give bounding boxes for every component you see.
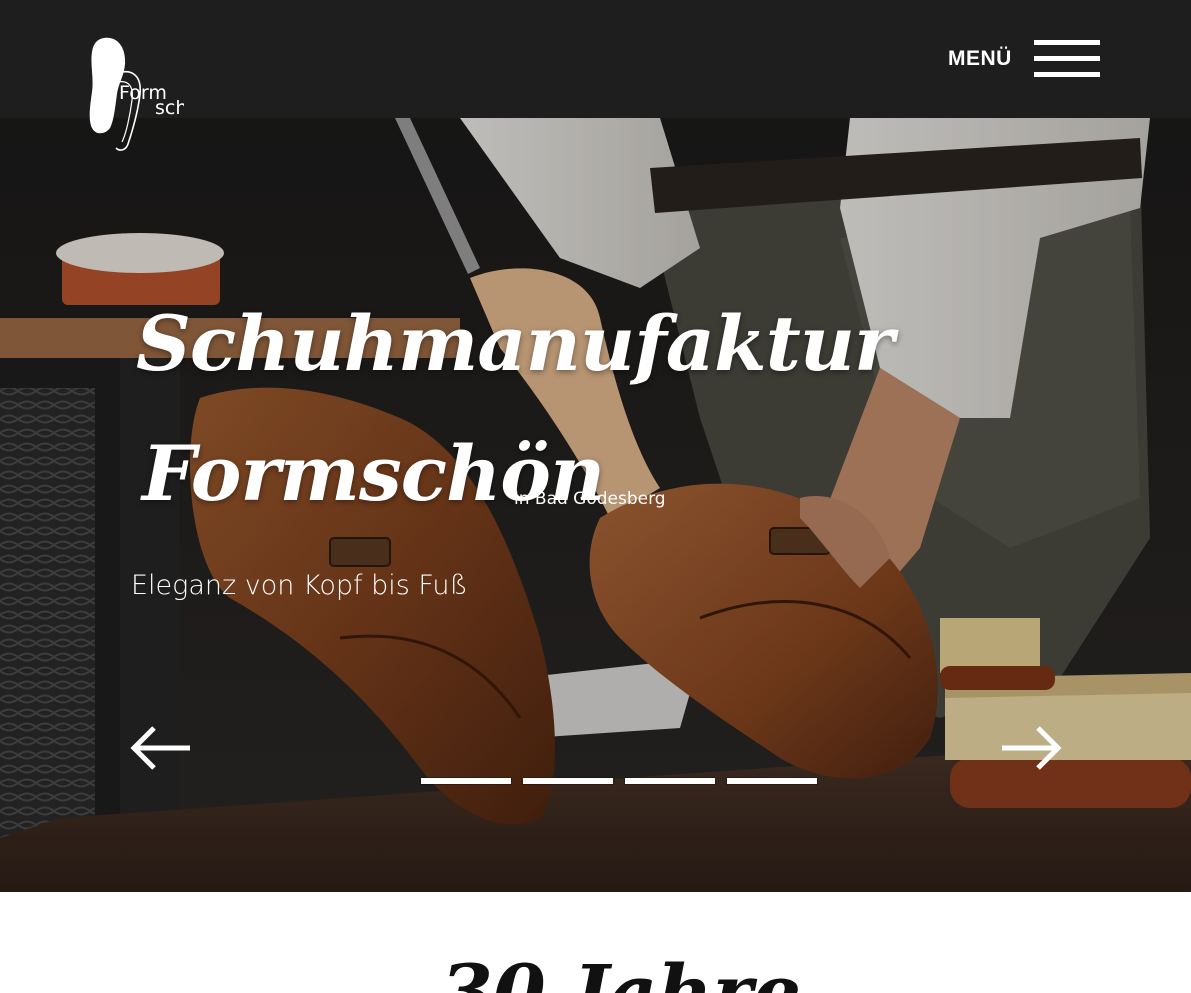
hero-tagline: Eleganz von Kopf bis Fuß [131, 570, 468, 601]
slider-indicator-3[interactable] [625, 778, 715, 784]
slider-indicator-2[interactable] [523, 778, 613, 784]
slider-prev-button[interactable] [128, 720, 192, 770]
slider-indicators [421, 778, 817, 784]
slider-indicator-4[interactable] [727, 778, 817, 784]
hero-slider: Schuhmanufaktur Formschön in Bad Godesbe… [0, 118, 1191, 892]
hamburger-icon[interactable] [1033, 40, 1100, 78]
slider-next-button[interactable] [1000, 720, 1064, 770]
menu-label: MENÜ [948, 47, 1012, 70]
hero-title-line1: Schuhmanufaktur [136, 299, 894, 388]
hero-location: in Bad Godesberg [514, 489, 666, 509]
site-logo[interactable]: Form schön [84, 34, 194, 154]
logo-text-line2: schön [155, 99, 184, 118]
arrow-left-icon [130, 726, 190, 770]
slider-indicator-1[interactable] [421, 778, 511, 784]
arrow-right-icon [1002, 726, 1062, 770]
menu-button[interactable]: MENÜ [948, 40, 1100, 78]
site-header: Form schön MENÜ [0, 0, 1191, 151]
section-heading: 30 Jahre [440, 948, 802, 993]
